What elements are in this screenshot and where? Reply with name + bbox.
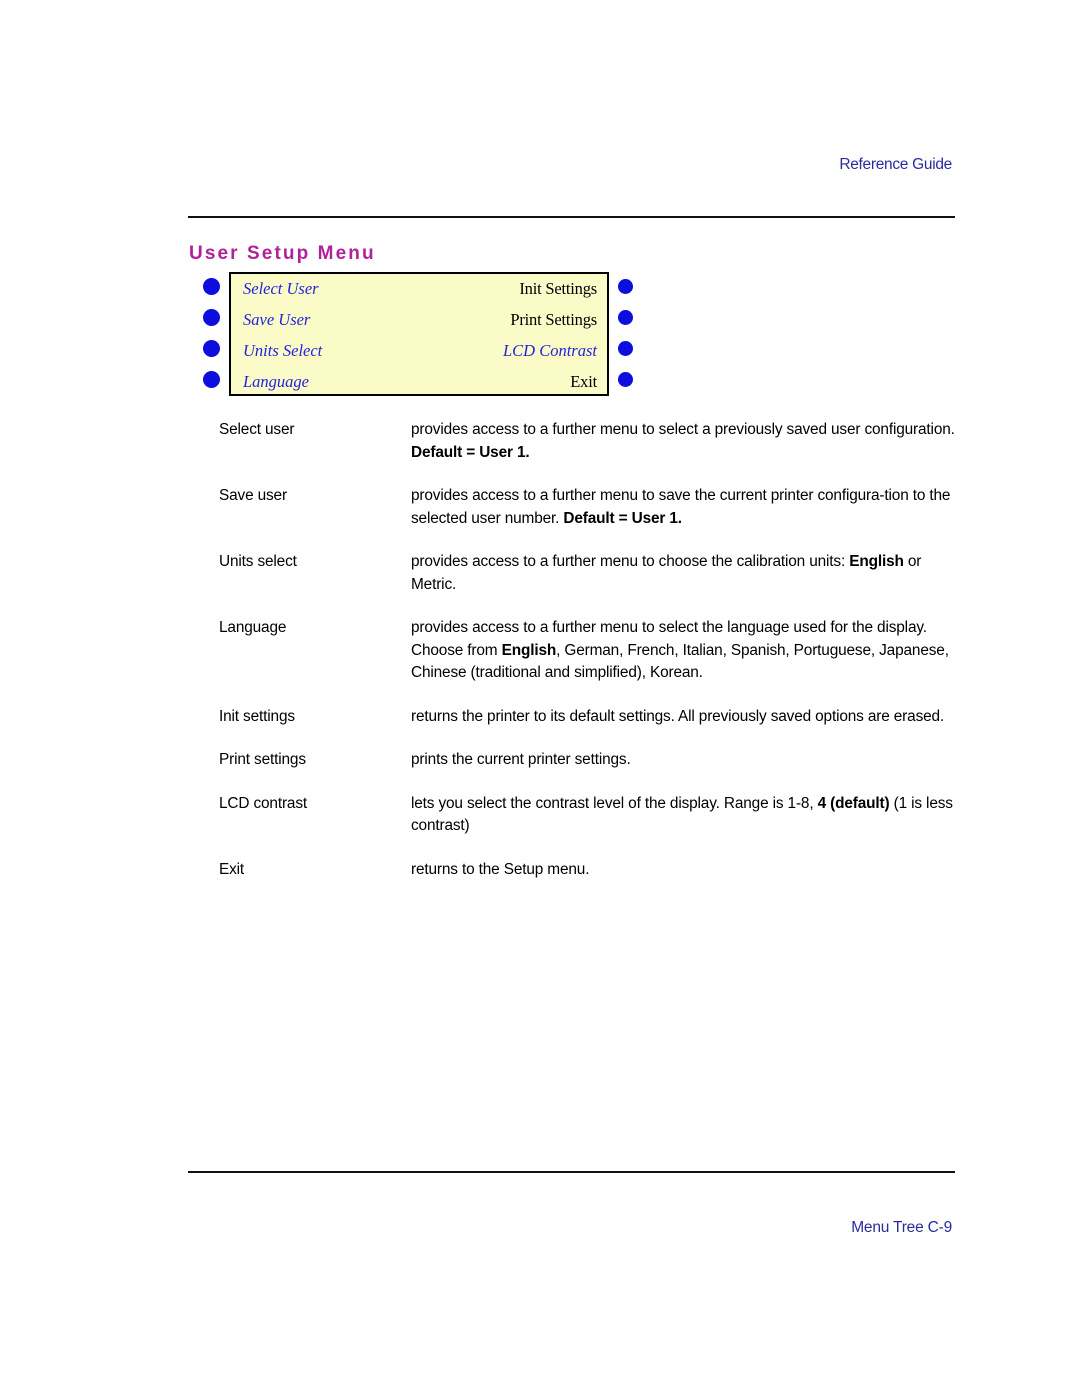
definition-description: provides access to a further menu to cho…: [411, 553, 922, 593]
bullet-dot-left-3: [203, 340, 220, 357]
menu-item-save-user[interactable]: Save User: [243, 312, 310, 329]
lcd-menu-diagram: Select User Init Settings Save User Prin…: [198, 270, 648, 400]
page-header-reference-guide: Reference Guide: [839, 156, 952, 173]
definition-list: Select user provides access to a further…: [219, 419, 959, 902]
definition-term: Language: [219, 619, 287, 636]
definition-description: provides access to a further menu to sav…: [411, 487, 951, 527]
definition-entry: Init settings returns the printer to its…: [219, 706, 959, 729]
page-title: User Setup Menu: [189, 243, 376, 264]
menu-item-select-user[interactable]: Select User: [243, 281, 319, 298]
bullet-dot-right-2: [618, 310, 633, 325]
definition-entry: Units select provides access to a furthe…: [219, 551, 959, 596]
definition-entry: Save user provides access to a further m…: [219, 485, 959, 530]
definition-description: provides access to a further menu to sel…: [411, 619, 949, 681]
definition-term: Init settings: [219, 707, 295, 725]
bullet-dot-left-4: [203, 371, 220, 388]
menu-row: Language Exit: [231, 367, 607, 398]
definition-entry: Language provides access to a further me…: [219, 617, 959, 685]
definition-description: returns the printer to its default setti…: [411, 707, 945, 725]
definition-entry: LCD contrast lets you select the contras…: [219, 793, 959, 838]
definition-term: Save user: [219, 487, 287, 504]
menu-item-init-settings[interactable]: Init Settings: [519, 281, 597, 298]
definition-term: Units select: [219, 553, 297, 570]
definition-term: Print settings: [219, 751, 306, 768]
bullet-dot-right-4: [618, 372, 633, 387]
header-divider-rule: [188, 216, 955, 218]
menu-item-units-select[interactable]: Units Select: [243, 343, 322, 360]
definition-entry: Select user provides access to a further…: [219, 419, 959, 464]
footer-divider-rule: [188, 1171, 955, 1173]
definition-term: Exit: [219, 860, 245, 878]
definition-description: provides access to a further menu to sel…: [411, 421, 955, 461]
lcd-screen-panel: Select User Init Settings Save User Prin…: [229, 272, 609, 396]
definition-term: LCD contrast: [219, 794, 308, 812]
menu-row: Save User Print Settings: [231, 305, 607, 336]
definition-term: Select user: [219, 421, 295, 438]
definition-description: returns to the Setup menu.: [411, 860, 590, 878]
menu-item-lcd-contrast[interactable]: LCD Contrast: [503, 343, 597, 360]
definition-entry: Print settings prints the current printe…: [219, 749, 959, 772]
definition-description: prints the current printer settings.: [411, 751, 631, 768]
page-footer-menu-tree: Menu Tree C-9: [851, 1219, 952, 1236]
menu-row: Units Select LCD Contrast: [231, 336, 607, 367]
bullet-dot-left-1: [203, 278, 220, 295]
bullet-dot-left-2: [203, 309, 220, 326]
menu-item-language[interactable]: Language: [243, 374, 309, 391]
menu-row: Select User Init Settings: [231, 274, 607, 305]
bullet-dot-right-3: [618, 341, 633, 356]
menu-item-print-settings[interactable]: Print Settings: [510, 312, 597, 329]
menu-item-exit[interactable]: Exit: [570, 374, 597, 391]
definition-entry: Exit returns to the Setup menu.: [219, 859, 959, 882]
bullet-dot-right-1: [618, 279, 633, 294]
definition-description: lets you select the contrast level of th…: [411, 794, 953, 835]
